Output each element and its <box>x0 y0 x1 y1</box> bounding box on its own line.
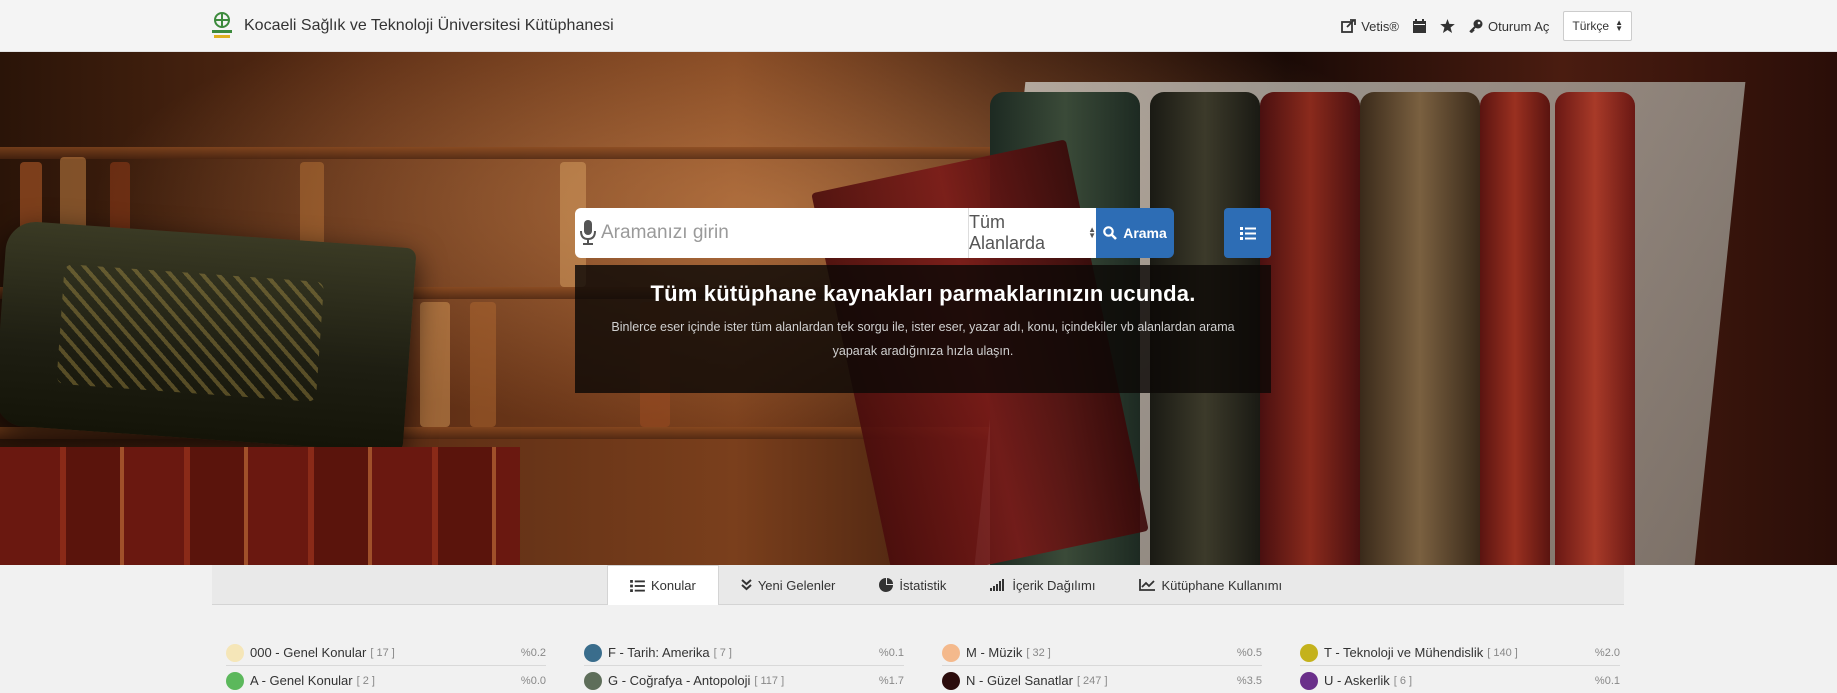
category-color-dot <box>942 671 960 690</box>
tab-label: İstatistik <box>899 577 947 593</box>
tab-label: İçerik Dağılımı <box>1012 577 1096 593</box>
select-caret-icon: ▲ ▼ <box>1615 18 1623 33</box>
category-color-dot <box>942 643 960 662</box>
category-item[interactable]: F - Tarih: Amerika [ 7 ] %0.1 <box>584 640 904 666</box>
category-count: [ 6 ] <box>1393 674 1413 687</box>
category-percent: %0.1 <box>878 646 904 659</box>
advanced-search-button[interactable] <box>1224 208 1271 258</box>
category-name: U - Askerlik <box>1324 673 1390 688</box>
category-item[interactable]: 000 - Genel Konular [ 17 ] %0.2 <box>226 640 546 666</box>
tab-label: Yeni Gelenler <box>757 577 836 593</box>
line-chart-icon <box>1139 579 1156 591</box>
tab-icerik-dagilimi[interactable]: İçerik Dağılımı <box>968 565 1117 605</box>
double-chevron-down-icon <box>741 579 752 591</box>
microphone-icon[interactable] <box>579 220 597 246</box>
category-item[interactable]: M - Müzik [ 32 ] %0.5 <box>942 640 1262 666</box>
search-button-label: Arama <box>1123 225 1167 241</box>
category-count: [ 247 ] <box>1076 674 1108 687</box>
tabs: Konular Yeni Gelenler İstatistik İçerik … <box>607 565 1304 605</box>
login-link[interactable]: Oturum Aç <box>1469 19 1549 34</box>
search-input[interactable] <box>597 213 957 253</box>
category-count: [ 140 ] <box>1487 646 1518 659</box>
search-button[interactable]: Arama <box>1096 208 1174 258</box>
top-navbar: Kocaeli Sağlık ve Teknoloji Üniversitesi… <box>0 0 1837 52</box>
vetis-label: Vetis® <box>1361 18 1399 34</box>
tab-konular[interactable]: Konular <box>607 565 719 605</box>
language-select[interactable]: Türkçe ▲ ▼ <box>1563 11 1632 41</box>
list-icon <box>1239 226 1256 240</box>
search-icon <box>1103 226 1118 240</box>
tab-label: Konular <box>651 578 696 593</box>
bar-signal-icon <box>990 579 1005 591</box>
top-nav-links: Vetis® Oturum Aç Türkçe ▲ ▼ <box>1341 11 1632 41</box>
tab-istatistik[interactable]: İstatistik <box>857 565 968 605</box>
category-item[interactable]: G - Coğrafya - Antopoloji [ 117 ] %1.7 <box>584 668 904 693</box>
category-percent: %3.5 <box>1236 674 1262 687</box>
category-percent: %0.1 <box>1594 674 1620 687</box>
search-scope-select[interactable]: Tüm Alanlarda ▲ ▼ <box>968 208 1096 258</box>
category-count: [ 2 ] <box>356 674 375 687</box>
search-scope-value: Tüm Alanlarda <box>969 212 1046 253</box>
university-logo <box>212 12 232 40</box>
category-color-dot <box>1300 643 1318 662</box>
category-percent: %2.0 <box>1594 646 1620 659</box>
category-name: F - Tarih: Amerika <box>608 645 710 660</box>
category-item[interactable]: N - Güzel Sanatlar [ 247 ] %3.5 <box>942 668 1262 693</box>
brand[interactable]: Kocaeli Sağlık ve Teknoloji Üniversitesi… <box>212 12 614 40</box>
tab-kutuphane-kullanimi[interactable]: Kütüphane Kullanımı <box>1117 565 1304 605</box>
category-name: N - Güzel Sanatlar <box>966 673 1073 688</box>
content-tabs-bar: Konular Yeni Gelenler İstatistik İçerik … <box>212 565 1624 605</box>
category-color-dot <box>1300 671 1318 690</box>
category-item[interactable]: T - Teknoloji ve Mühendislik [ 140 ] %2.… <box>1300 640 1620 666</box>
language-value: Türkçe <box>1572 19 1610 33</box>
vetis-link[interactable]: Vetis® <box>1341 19 1399 34</box>
category-name: M - Müzik <box>966 645 1023 660</box>
site-title[interactable]: Kocaeli Sağlık ve Teknoloji Üniversitesi… <box>244 17 614 35</box>
calendar-button[interactable] <box>1412 19 1426 33</box>
category-color-dot <box>584 643 602 662</box>
pie-chart-icon <box>879 578 894 592</box>
category-percent: %0.0 <box>520 674 546 687</box>
external-edit-icon <box>1341 19 1357 33</box>
category-count: [ 32 ] <box>1026 646 1051 659</box>
category-count: [ 17 ] <box>370 646 395 659</box>
list-icon <box>630 579 645 592</box>
calendar-icon <box>1412 19 1426 33</box>
hero-caption: Tüm kütüphane kaynakları parmaklarınızın… <box>575 265 1271 393</box>
select-caret-icon: ▲ ▼ <box>1088 225 1096 240</box>
category-name: T - Teknoloji ve Mühendislik <box>1324 645 1484 660</box>
category-name: G - Coğrafya - Antopoloji <box>608 673 751 688</box>
tab-yeni-gelenler[interactable]: Yeni Gelenler <box>719 565 858 605</box>
category-count: [ 7 ] <box>713 646 732 659</box>
category-percent: %0.2 <box>520 646 546 659</box>
category-name: 000 - Genel Konular <box>250 645 367 660</box>
star-icon <box>1440 19 1455 33</box>
hero-description: Binlerce eser içinde ister tüm alanlarda… <box>611 320 1235 358</box>
key-icon <box>1469 19 1483 33</box>
category-item[interactable]: A - Genel Konular [ 2 ] %0.0 <box>226 668 546 693</box>
login-label: Oturum Aç <box>1487 18 1550 34</box>
search-field-wrapper <box>575 208 968 258</box>
category-percent: %0.5 <box>1236 646 1262 659</box>
category-percent: %1.7 <box>878 674 904 687</box>
category-item[interactable]: U - Askerlik [ 6 ] %0.1 <box>1300 668 1620 693</box>
hero-title: Tüm kütüphane kaynakları parmaklarınızın… <box>650 281 1196 306</box>
category-color-dot <box>226 643 244 662</box>
favorites-button[interactable] <box>1440 19 1455 33</box>
category-count: [ 117 ] <box>754 674 785 687</box>
category-color-dot <box>226 671 244 690</box>
category-color-dot <box>584 671 602 690</box>
tab-label: Kütüphane Kullanımı <box>1161 577 1283 593</box>
category-name: A - Genel Konular <box>250 673 353 688</box>
search-bar: Tüm Alanlarda ▲▼ Arama <box>575 208 1271 258</box>
